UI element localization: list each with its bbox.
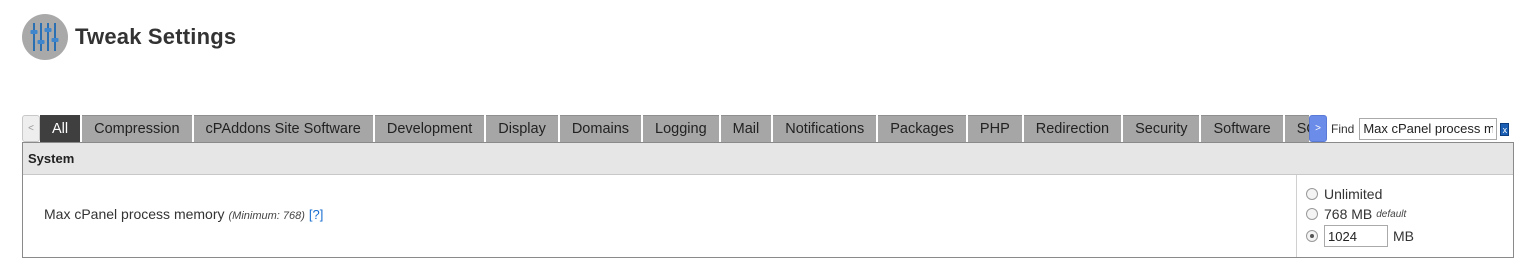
radio-custom[interactable] xyxy=(1306,230,1318,242)
scroll-tabs-left-button[interactable]: < xyxy=(22,115,40,142)
clear-find-button[interactable]: x xyxy=(1500,123,1510,136)
tab-list: All Compression cPAddons Site Software Deve… xyxy=(40,115,1309,142)
tab-sql[interactable]: SQL xyxy=(1284,115,1309,142)
page-header: Tweak Settings xyxy=(22,14,236,60)
setting-label-group: Max cPanel process memory (Minimum: 768)… xyxy=(44,206,323,222)
tab-domains[interactable]: Domains xyxy=(559,115,642,142)
scroll-tabs-right-button[interactable]: > xyxy=(1309,115,1327,142)
tab-security[interactable]: Security xyxy=(1123,115,1200,142)
option-custom[interactable]: MB xyxy=(1306,225,1414,247)
radio-unlimited[interactable] xyxy=(1306,188,1318,200)
option-default[interactable]: 768 MB default xyxy=(1306,206,1406,222)
option-unlimited[interactable]: Unlimited xyxy=(1306,186,1382,202)
tab-display[interactable]: Display xyxy=(486,115,558,142)
tab-logging[interactable]: Logging xyxy=(643,115,719,142)
default-tag: default xyxy=(1376,208,1407,220)
sliders-icon xyxy=(22,14,68,60)
tab-compression[interactable]: Compression xyxy=(82,115,192,142)
setting-options: Unlimited 768 MB default MB xyxy=(1296,175,1513,257)
settings-panel: System Max cPanel process memory (Minimu… xyxy=(22,142,1514,258)
page-title: Tweak Settings xyxy=(75,24,237,49)
tab-redirection[interactable]: Redirection xyxy=(1023,115,1122,142)
tab-all[interactable]: All xyxy=(40,115,81,142)
radio-default[interactable] xyxy=(1306,208,1318,220)
tab-bar: < All Compression cPAddons Site Software De… xyxy=(22,115,1514,142)
custom-unit-label: MB xyxy=(1393,228,1414,244)
tab-development[interactable]: Development xyxy=(374,115,485,142)
option-unlimited-label: Unlimited xyxy=(1324,186,1383,202)
tab-php[interactable]: PHP xyxy=(967,115,1022,142)
option-default-label: 768 MB xyxy=(1324,206,1373,222)
tab-mail[interactable]: Mail xyxy=(720,115,772,142)
tab-packages[interactable]: Packages xyxy=(878,115,966,142)
custom-memory-input[interactable] xyxy=(1324,225,1388,247)
tab-notifications[interactable]: Notifications xyxy=(773,115,877,142)
setting-minimum: (Minimum: 768) xyxy=(228,210,305,222)
tab-cpaddons-site-software[interactable]: cPAddons Site Software xyxy=(193,115,373,142)
tabs-viewport: All Compression cPAddons Site Software Deve… xyxy=(40,115,1309,142)
tab-software[interactable]: Software xyxy=(1201,115,1283,142)
section-header: System xyxy=(23,143,1513,175)
find-box: Find x xyxy=(1331,115,1510,142)
setting-label: Max cPanel process memory xyxy=(44,206,225,222)
help-link[interactable]: [?] xyxy=(309,207,323,222)
setting-row: Max cPanel process memory (Minimum: 768)… xyxy=(23,175,1513,257)
find-input[interactable] xyxy=(1359,117,1498,140)
find-label: Find xyxy=(1331,121,1355,136)
